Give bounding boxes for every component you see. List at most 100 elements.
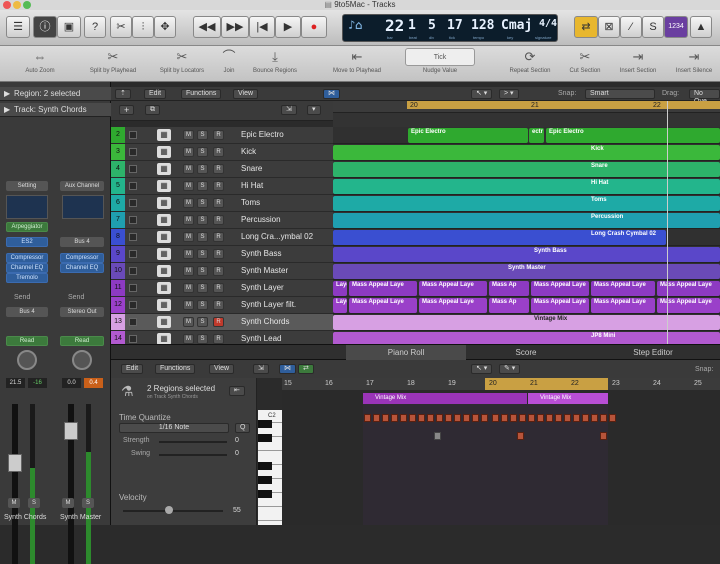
piano-view-menu[interactable]: View [209, 364, 235, 374]
add-track-button[interactable]: + [119, 105, 135, 115]
midi-note[interactable] [537, 414, 544, 422]
piano-link-button[interactable]: ⋈ [279, 364, 296, 374]
black-key[interactable] [258, 490, 272, 498]
black-key[interactable] [258, 420, 272, 428]
midi-note[interactable] [418, 414, 425, 422]
mute-button[interactable]: M [183, 215, 194, 225]
output-slot[interactable]: Stereo Out [60, 307, 104, 317]
midi-note[interactable] [609, 414, 616, 422]
record-enable-button[interactable]: R [213, 130, 224, 140]
replace-button[interactable]: ⊠ [598, 16, 620, 38]
midi-note[interactable] [391, 414, 398, 422]
midi-note[interactable] [436, 414, 443, 422]
record-enable-button[interactable]: R [213, 317, 224, 327]
minimize-window-button[interactable] [13, 1, 21, 9]
midi-note[interactable] [445, 414, 452, 422]
drag-select[interactable]: No Ove [689, 89, 720, 105]
swing-slider[interactable] [159, 454, 227, 456]
aux-automation-read-button[interactable]: Read [60, 336, 104, 346]
mute-button[interactable]: M [183, 198, 194, 208]
repeat-section-tool[interactable]: ⟳ Repeat Section [502, 48, 558, 74]
quantize-button[interactable]: Q [235, 423, 251, 433]
solo-button[interactable]: S [197, 181, 208, 191]
midi-fx-slot[interactable]: Arpeggiator [6, 222, 48, 232]
solo-button[interactable]: S [28, 498, 40, 508]
track-lane[interactable]: Percussion [333, 212, 720, 229]
piano-edit-menu[interactable]: Edit [121, 364, 144, 374]
track-checkbox[interactable] [129, 148, 137, 156]
midi-note[interactable] [472, 414, 479, 422]
solo-button[interactable]: S [197, 317, 208, 327]
setting-button[interactable]: Setting [6, 181, 48, 191]
midi-note[interactable] [600, 414, 607, 422]
record-enable-button[interactable]: R [213, 164, 224, 174]
white-key[interactable] [258, 508, 282, 521]
mute-button[interactable]: M [183, 334, 194, 344]
track-checkbox[interactable] [129, 199, 137, 207]
aux-pan-knob[interactable] [72, 350, 92, 370]
aux-solo-button[interactable]: S [82, 498, 94, 508]
catch-button[interactable]: ⋈ [323, 89, 340, 99]
track-checkbox[interactable] [129, 284, 137, 292]
solo-button[interactable]: S [197, 147, 208, 157]
region[interactable]: Mass Appeal Laye [349, 281, 417, 296]
track-lane[interactable]: Laye Mass Appeal Laye Mass Appeal Laye Mass… [333, 280, 720, 297]
mute-button[interactable]: M [183, 130, 194, 140]
track-header[interactable]: 3 ▦ M S R Kick [111, 144, 333, 161]
snap-select[interactable]: Smart [585, 89, 655, 99]
solo-button[interactable]: S [197, 198, 208, 208]
aux-fx-slot-2[interactable]: Channel EQ [60, 263, 104, 273]
aux-mute-button[interactable]: M [62, 498, 74, 508]
midi-note[interactable] [409, 414, 416, 422]
track-header[interactable]: 8 ▦ M S R Long Cra...ymbal 02 [111, 229, 333, 246]
solo-button[interactable]: S [197, 164, 208, 174]
midi-note[interactable] [492, 414, 499, 422]
piano-zoom-button[interactable]: ⇲ [253, 364, 269, 374]
region[interactable]: Toms [333, 196, 720, 211]
region-inspector-header[interactable]: ▶ Region: 2 selected [0, 87, 111, 101]
tab-score[interactable]: Score [466, 345, 586, 360]
fast-forward-button[interactable]: ▶▶ [221, 16, 249, 38]
track-header[interactable]: 5 ▦ M S R Hi Hat [111, 178, 333, 195]
region[interactable]: Kick [333, 145, 720, 160]
split-by-locators-tool[interactable]: ✂ Split by Locators [150, 48, 214, 74]
track-checkbox[interactable] [129, 216, 137, 224]
region[interactable]: ectr [529, 128, 544, 143]
send-bus-slot[interactable]: Bus 4 [6, 307, 48, 317]
region[interactable]: Mass Appeal Laye [419, 298, 487, 313]
track-lane[interactable]: Vintage Mix [333, 314, 720, 331]
track-checkbox[interactable] [129, 165, 137, 173]
midi-note[interactable] [463, 414, 470, 422]
record-enable-button[interactable]: R [213, 147, 224, 157]
aux-eq-display[interactable] [62, 195, 104, 219]
solo-button[interactable]: S [197, 249, 208, 259]
piano-region-1[interactable]: Vintage Mix [363, 393, 527, 404]
nudge-value-tool[interactable]: Tick Nudge Value [402, 48, 478, 74]
solo-button[interactable]: S [197, 232, 208, 242]
track-lane[interactable]: Toms [333, 195, 720, 212]
midi-note[interactable] [481, 414, 488, 422]
editors-button[interactable]: ✥ [154, 16, 176, 38]
record-enable-button[interactable]: R [213, 232, 224, 242]
midi-note[interactable] [382, 414, 389, 422]
piano-keyboard[interactable] [258, 410, 282, 525]
record-enable-button[interactable]: R [213, 266, 224, 276]
track-checkbox[interactable] [129, 318, 137, 326]
playhead[interactable] [667, 101, 668, 344]
region[interactable]: Laye [333, 298, 347, 313]
region[interactable]: Hi Hat [333, 179, 720, 194]
tab-step-editor[interactable]: Step Editor [586, 345, 720, 360]
region[interactable]: Mass Appeal Laye [349, 298, 417, 313]
region[interactable]: Mass Ap [489, 281, 529, 296]
mixer-button[interactable]: ⫶ [132, 16, 154, 38]
black-key[interactable] [258, 462, 272, 470]
solo-button[interactable]: S [197, 266, 208, 276]
strength-slider[interactable] [159, 441, 227, 443]
fx-slot-1[interactable]: Compressor [6, 253, 48, 263]
tab-piano-roll[interactable]: Piano Roll [346, 345, 466, 360]
track-lane[interactable]: Laye Mass Appeal Laye Mass Appeal Laye Mass… [333, 297, 720, 314]
mute-button[interactable]: M [183, 317, 194, 327]
metronome-button[interactable]: ▲ [690, 16, 712, 38]
velocity-slider-thumb[interactable] [165, 506, 173, 514]
piano-roll-grid[interactable]: 15 16 17 18 19 20 21 22 23 24 25 Vintage Mix Vinta… [282, 378, 720, 525]
